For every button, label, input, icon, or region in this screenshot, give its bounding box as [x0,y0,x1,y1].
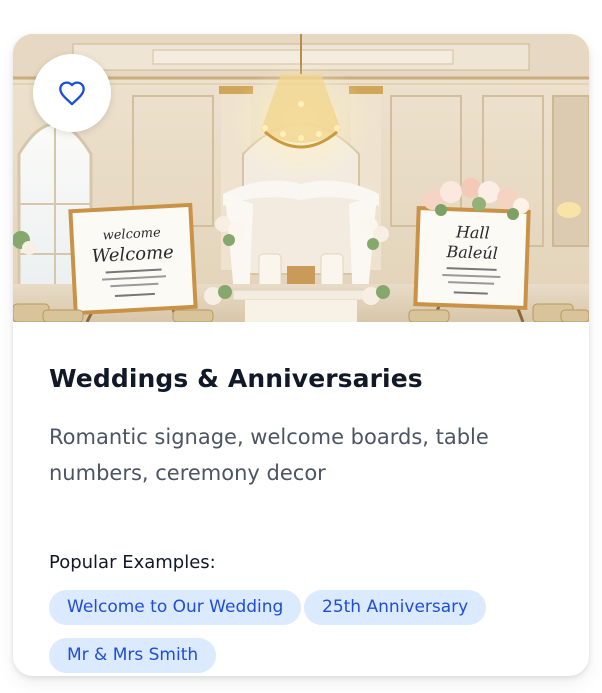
category-card[interactable]: welcome Welcome Hall Baleúl Weddings & A… [13,34,589,676]
svg-text:welcome: welcome [102,226,161,244]
svg-text:Welcome: Welcome [91,242,174,267]
card-description: Romantic signage, welcome boards, table … [49,425,489,485]
examples-label: Popular Examples: [49,552,216,573]
example-tag-anniversary[interactable]: 25th Anniversary [304,590,487,625]
favorite-button[interactable] [33,54,111,132]
svg-text:Hall: Hall [455,222,490,242]
card-body: Weddings & Anniversaries Romantic signag… [13,322,589,676]
heart-icon [59,81,85,106]
card-title: Weddings & Anniversaries [49,364,423,393]
example-tag-welcome[interactable]: Welcome to Our Wedding [49,590,302,625]
svg-text:Baleúl: Baleúl [445,242,498,263]
example-tag-mr-mrs[interactable]: Mr & Mrs Smith [49,638,217,673]
